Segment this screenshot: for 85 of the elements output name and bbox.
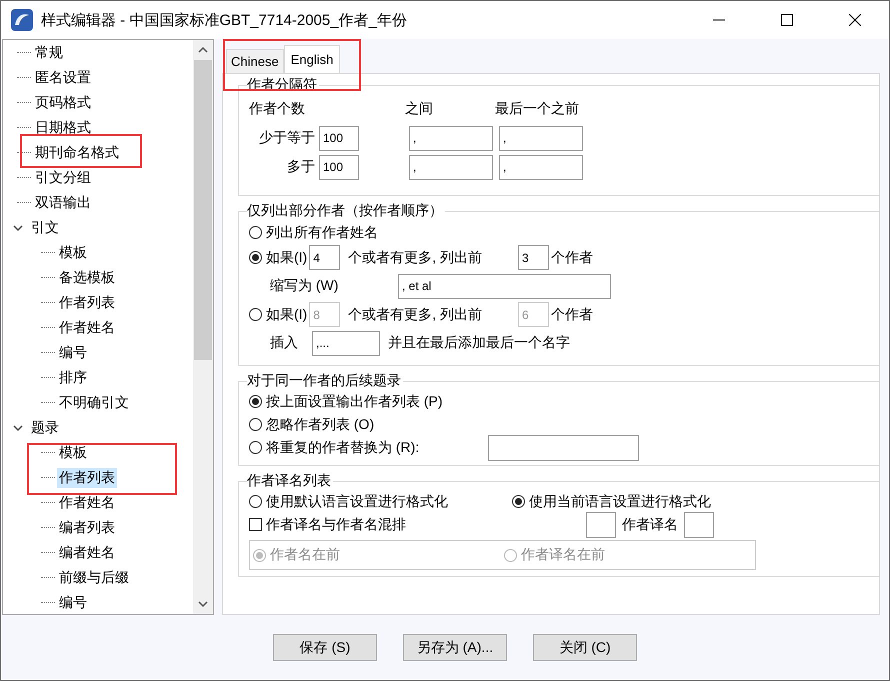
option-label: 作者译名在前 bbox=[521, 546, 605, 564]
tree-item[interactable]: 作者列表 bbox=[57, 292, 117, 312]
radio-button[interactable] bbox=[249, 495, 262, 508]
field-label: 并且在最后添加最后一个名字 bbox=[388, 334, 570, 352]
field-label: 作者译名 bbox=[622, 516, 678, 534]
tree-item[interactable]: 排序 bbox=[57, 368, 89, 388]
option-label: 按上面设置输出作者列表 (P) bbox=[266, 392, 444, 410]
field-label: 个或者有更多, 列出前 bbox=[348, 248, 482, 266]
tree-item[interactable]: 作者姓名 bbox=[57, 318, 117, 338]
separator-field[interactable]: , bbox=[499, 126, 583, 150]
tree-item[interactable]: 双语输出 bbox=[33, 192, 93, 212]
text-field[interactable] bbox=[684, 512, 714, 538]
radio-button[interactable] bbox=[249, 251, 262, 264]
count-field[interactable]: 100 bbox=[319, 154, 359, 180]
tree-item[interactable]: 模板 bbox=[57, 442, 89, 462]
option-label: 使用当前语言设置进行格式化 bbox=[529, 492, 711, 510]
tree-item[interactable]: 编者姓名 bbox=[57, 542, 117, 562]
tree-item[interactable]: 日期格式 bbox=[33, 118, 93, 138]
window-title: 样式编辑器 - 中国国家标准GBT_7714-2005_作者_年份 bbox=[41, 10, 408, 30]
option-label: 忽略作者列表 (O) bbox=[266, 416, 376, 434]
tree-item[interactable]: 匿名设置 bbox=[33, 68, 93, 88]
tab[interactable]: Chinese bbox=[226, 49, 284, 73]
column-label: 之间 bbox=[405, 100, 434, 118]
option-label: 如果(I) bbox=[266, 306, 308, 324]
tree-item[interactable]: 编号 bbox=[57, 592, 89, 612]
tree-item[interactable]: 备选模板 bbox=[57, 268, 117, 288]
option-label: 将重复的作者替换为 (R): bbox=[266, 438, 420, 456]
tree-item[interactable]: 作者姓名 bbox=[57, 492, 117, 512]
text-field[interactable] bbox=[586, 512, 616, 538]
tab[interactable]: English bbox=[284, 45, 340, 73]
maximize-icon[interactable] bbox=[781, 14, 793, 26]
app-icon bbox=[11, 9, 33, 31]
option-label: 如果(I) bbox=[266, 248, 308, 266]
tree-item[interactable]: 引文 bbox=[29, 218, 61, 238]
chevron-down-icon[interactable] bbox=[13, 422, 23, 432]
radio-button[interactable] bbox=[249, 395, 262, 408]
row-label: 少于等于 bbox=[258, 129, 316, 147]
radio-button[interactable] bbox=[249, 418, 262, 431]
close-icon[interactable] bbox=[849, 14, 861, 26]
field-label: 个作者 bbox=[551, 248, 593, 266]
text-field[interactable] bbox=[488, 434, 639, 460]
dialog-button[interactable]: 关闭 (C) bbox=[533, 634, 637, 661]
tree-item[interactable]: 作者列表 bbox=[57, 468, 117, 488]
tree-item[interactable]: 前缀与后缀 bbox=[57, 568, 131, 588]
tree-item[interactable]: 编者列表 bbox=[57, 518, 117, 538]
group-title: 对于同一作者的后续题录 bbox=[247, 372, 402, 390]
column-label: 作者个数 bbox=[249, 100, 306, 118]
tree-item[interactable]: 编号 bbox=[57, 342, 89, 362]
checkbox[interactable] bbox=[249, 518, 262, 531]
option-label: 列出所有作者姓名 bbox=[266, 224, 378, 242]
option-label: 作者名在前 bbox=[270, 546, 340, 564]
scroll-down-icon[interactable] bbox=[198, 600, 208, 608]
scroll-up-icon[interactable] bbox=[198, 46, 208, 54]
option-label: 作者译名与作者名混排 bbox=[266, 516, 406, 534]
scrollbar-thumb[interactable] bbox=[194, 60, 212, 360]
dialog-button[interactable]: 另存为 (A)... bbox=[403, 634, 507, 661]
separator-field[interactable]: , bbox=[409, 154, 493, 180]
tree-item[interactable]: 模板 bbox=[57, 242, 89, 262]
field-label: 个作者 bbox=[551, 306, 593, 324]
field-label: 缩写为 (W) bbox=[270, 277, 340, 295]
separator-field[interactable]: , bbox=[499, 154, 583, 180]
text-field[interactable]: , et al bbox=[398, 274, 611, 298]
field-label: 个或者有更多, 列出前 bbox=[348, 306, 482, 324]
count-field[interactable]: 3 bbox=[518, 245, 549, 270]
option-label: 使用默认语言设置进行格式化 bbox=[266, 492, 448, 510]
tree-item[interactable]: 期刊命名格式 bbox=[33, 142, 121, 162]
tree-item[interactable]: 常规 bbox=[33, 42, 65, 62]
tree-item[interactable]: 题录 bbox=[29, 418, 61, 438]
chevron-down-icon[interactable] bbox=[13, 222, 23, 232]
tree-item[interactable]: 引文分组 bbox=[33, 168, 93, 188]
tree-item[interactable]: 页码格式 bbox=[33, 92, 93, 112]
scrollbar[interactable] bbox=[193, 40, 213, 614]
dialog-button[interactable]: 保存 (S) bbox=[273, 634, 377, 661]
count-field[interactable]: 4 bbox=[309, 245, 340, 270]
group-title: 仅列出部分作者（按作者顺序） bbox=[247, 202, 444, 220]
column-label: 最后一个之前 bbox=[495, 100, 579, 118]
field-label: 插入 bbox=[270, 334, 299, 352]
group-title: 作者译名列表 bbox=[247, 472, 332, 490]
tree-item[interactable]: 不明确引文 bbox=[57, 392, 131, 412]
row-label: 多于 bbox=[286, 158, 316, 176]
separator-field[interactable]: , bbox=[409, 126, 493, 150]
count-field[interactable]: 100 bbox=[319, 126, 359, 150]
radio-button[interactable] bbox=[512, 495, 525, 508]
radio-button[interactable] bbox=[249, 441, 262, 454]
radio-button[interactable] bbox=[249, 226, 262, 239]
